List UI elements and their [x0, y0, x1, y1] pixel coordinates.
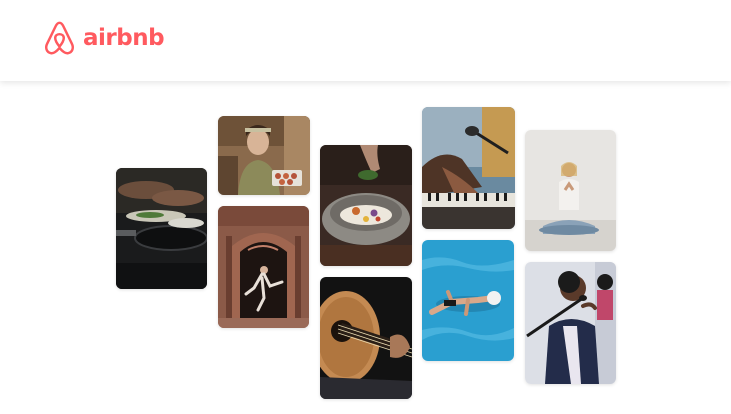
photo-swimmer[interactable] — [422, 240, 514, 361]
header-bar: airbnb — [0, 0, 731, 81]
photo-cooking[interactable] — [116, 168, 207, 289]
photo-dancer[interactable] — [218, 206, 309, 328]
photo-pianist[interactable] — [422, 107, 515, 229]
logo-wordmark: airbnb — [83, 25, 165, 51]
airbnb-logo-link[interactable]: airbnb — [42, 18, 165, 58]
airbnb-belo-icon — [42, 19, 77, 57]
photo-singer[interactable] — [525, 262, 616, 384]
photo-guitar[interactable] — [320, 277, 412, 399]
photo-chef[interactable] — [218, 116, 310, 195]
photo-bowl[interactable] — [320, 145, 412, 266]
photo-yoga[interactable] — [525, 130, 616, 251]
